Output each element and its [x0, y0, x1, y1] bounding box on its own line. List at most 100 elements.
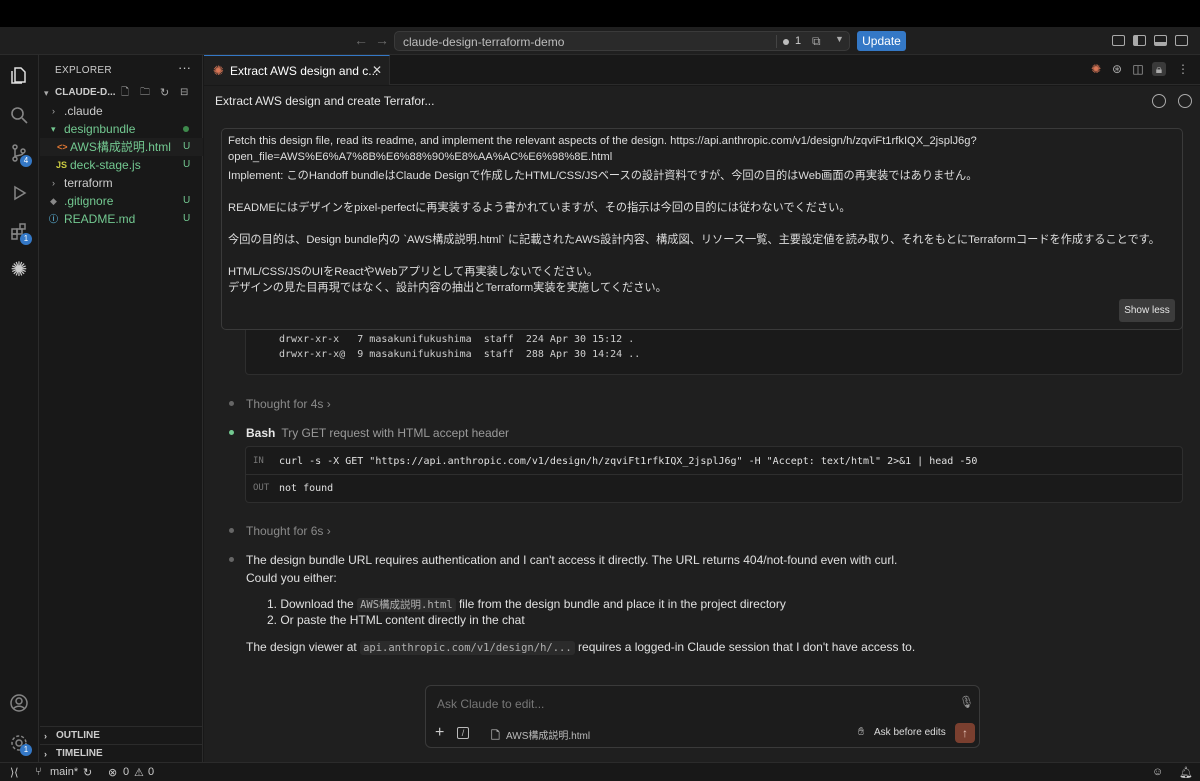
microphone-icon[interactable]: 🎙︎: [959, 695, 974, 709]
chevron-right-icon: ›: [52, 178, 55, 188]
send-button[interactable]: ↑: [955, 723, 975, 743]
outline-section[interactable]: › OUTLINE: [40, 726, 203, 744]
inline-code: api.anthropic.com/v1/design/h/...: [360, 641, 575, 655]
step-bullet-icon: [229, 430, 234, 435]
js-file-icon: JS: [56, 160, 68, 170]
git-file-icon: ◆: [50, 196, 57, 206]
claude-icon[interactable]: ✺: [9, 260, 29, 280]
file-label: deck-stage.js: [70, 158, 141, 172]
bell-icon[interactable]: 🔔︎: [1179, 766, 1193, 779]
warning-icon[interactable]: ⚠: [134, 766, 144, 779]
more-actions-icon[interactable]: ⋮: [1176, 62, 1190, 76]
slash-command-icon[interactable]: /: [457, 727, 469, 739]
new-folder-icon[interactable]: 🗀: [140, 84, 150, 102]
new-chat-icon[interactable]: [1178, 94, 1192, 108]
files-icon[interactable]: [9, 65, 29, 85]
message-line: デザインの見た目再現ではなく、設計内容の抽出とTerraform実装を実施してく…: [228, 282, 667, 294]
timeline-section[interactable]: › TIMELINE: [40, 744, 203, 762]
bash-label: Bash: [246, 426, 276, 440]
file-label: README.md: [64, 212, 136, 226]
chevron-right-icon: ›: [44, 731, 47, 741]
tree-item[interactable]: ⓘ README.md U: [40, 210, 203, 228]
more-actions-icon[interactable]: ···: [178, 60, 191, 75]
sync-icon[interactable]: ↻: [83, 766, 92, 779]
attached-file-name[interactable]: AWS構成説明.html: [506, 727, 590, 742]
error-icon[interactable]: ⊗: [108, 766, 117, 779]
edit-mode-toggle[interactable]: Ask before edits: [874, 727, 946, 738]
divider: [246, 474, 1182, 475]
update-button[interactable]: Update: [857, 31, 906, 51]
copilot-icon[interactable]: ☺: [1152, 766, 1163, 778]
refresh-icon[interactable]: ↻: [160, 84, 169, 102]
file-label: .gitignore: [64, 194, 114, 208]
run-debug-icon[interactable]: [9, 183, 29, 203]
chevron-down-icon[interactable]: ▼: [835, 34, 844, 44]
reply-fragment: The design viewer at: [246, 640, 361, 654]
html-file-icon: <>: [57, 142, 68, 152]
tab-label: Extract AWS design and c...: [230, 64, 379, 78]
openai-icon[interactable]: ⊛: [1110, 62, 1124, 76]
tree-item[interactable]: ▾ designbundle: [40, 120, 203, 138]
command-center[interactable]: claude-design-terraform-demo 1 ⧉ ▼: [394, 31, 850, 51]
toggle-sidebar-icon[interactable]: [1133, 35, 1146, 46]
chat-input-box[interactable]: Ask Claude to edit... 🎙︎ + / 🗋 AWS構成説明.h…: [425, 685, 980, 748]
tab-bar: ✺ Extract AWS design and c... ✕ ✺ ⊛ ◫ 🔒︎…: [204, 55, 1200, 85]
git-status: U: [183, 195, 191, 206]
collapse-all-icon[interactable]: ⊟: [180, 84, 188, 102]
git-status: U: [183, 141, 191, 152]
remote-icon[interactable]: ⟩⟨: [10, 766, 19, 779]
close-icon[interactable]: ✕: [372, 63, 382, 77]
message-line: 今回の目的は、Design bundle内の `AWS構成説明.html` に記…: [228, 234, 1160, 246]
claude-icon[interactable]: ✺: [1089, 62, 1103, 76]
lock-icon[interactable]: 🔒︎: [1152, 62, 1166, 76]
branch-name[interactable]: main*: [50, 766, 78, 778]
warning-count[interactable]: 0: [148, 766, 154, 778]
list-text: 1. Download the: [267, 597, 358, 611]
chat-icon[interactable]: ⧉: [812, 34, 821, 49]
notification-dot-icon: [783, 39, 789, 45]
tree-item[interactable]: › terraform: [40, 174, 203, 192]
claude-icon: ✺: [213, 63, 224, 78]
thought-label: Thought for 6s: [246, 524, 324, 538]
thought-toggle[interactable]: Thought for 4s ›: [246, 397, 331, 411]
output-line: drwxr-xr-x 7 masakunifukushima staff 224…: [279, 334, 635, 345]
branch-icon: ⑂: [35, 766, 42, 778]
history-icon[interactable]: [1152, 94, 1166, 108]
list-item: 2. Or paste the HTML content directly in…: [267, 613, 525, 627]
tree-item[interactable]: › .claude: [40, 102, 203, 120]
chevron-down-icon: ▾: [51, 124, 56, 134]
tree-item[interactable]: <> AWS構成説明.html U: [40, 138, 203, 156]
add-icon[interactable]: +: [435, 724, 444, 742]
title-bar: ← → claude-design-terraform-demo 1 ⧉ ▼ U…: [0, 27, 1200, 55]
list-item: 1. Download the AWS構成説明.html file from t…: [267, 597, 786, 612]
new-file-icon[interactable]: 🗋: [121, 84, 129, 102]
search-icon[interactable]: [9, 105, 29, 125]
forward-arrow-icon[interactable]: →: [375, 32, 389, 48]
git-status: U: [183, 213, 191, 224]
tree-item[interactable]: ◆ .gitignore U: [40, 192, 203, 210]
divider: [776, 35, 777, 48]
tree-item[interactable]: JS deck-stage.js U: [40, 156, 203, 174]
conversation-title: Extract AWS design and create Terrafor..…: [215, 94, 435, 108]
reply-text: Could you either:: [246, 571, 337, 585]
list-text: file from the design bundle and place it…: [455, 597, 786, 611]
reply-text: The design bundle URL requires authentic…: [246, 553, 898, 567]
status-bar: ⟩⟨ ⑂ main* ↻ ⊗ 0 ⚠ 0 ☺ 🔔︎: [0, 762, 1200, 781]
customize-layout-icon[interactable]: [1112, 35, 1125, 46]
toggle-panel-icon[interactable]: [1154, 35, 1167, 46]
folder-label: designbundle: [64, 122, 136, 136]
show-less-button[interactable]: Show less: [1119, 299, 1175, 322]
error-count[interactable]: 0: [123, 766, 129, 778]
toggle-secondary-sidebar-icon[interactable]: [1175, 35, 1188, 46]
thought-toggle[interactable]: Thought for 6s ›: [246, 524, 331, 538]
reply-fragment: requires a logged-in Claude session that…: [574, 640, 916, 654]
output-line: drwxr-xr-x@ 9 masakunifukushima staff 28…: [279, 349, 641, 360]
chat-input[interactable]: Ask Claude to edit...: [437, 697, 544, 711]
activity-bar: 4 1 ✺ 1: [0, 55, 39, 762]
split-editor-icon[interactable]: ◫: [1131, 62, 1145, 76]
back-arrow-icon[interactable]: ←: [354, 32, 368, 48]
account-icon[interactable]: [9, 693, 29, 713]
workspace-root[interactable]: ▾ CLAUDE-D... 🗋 🗀 ↻ ⊟: [40, 84, 203, 102]
workspace-root-label: CLAUDE-D...: [55, 87, 116, 98]
tab-claude-session[interactable]: ✺ Extract AWS design and c... ✕: [204, 55, 390, 85]
